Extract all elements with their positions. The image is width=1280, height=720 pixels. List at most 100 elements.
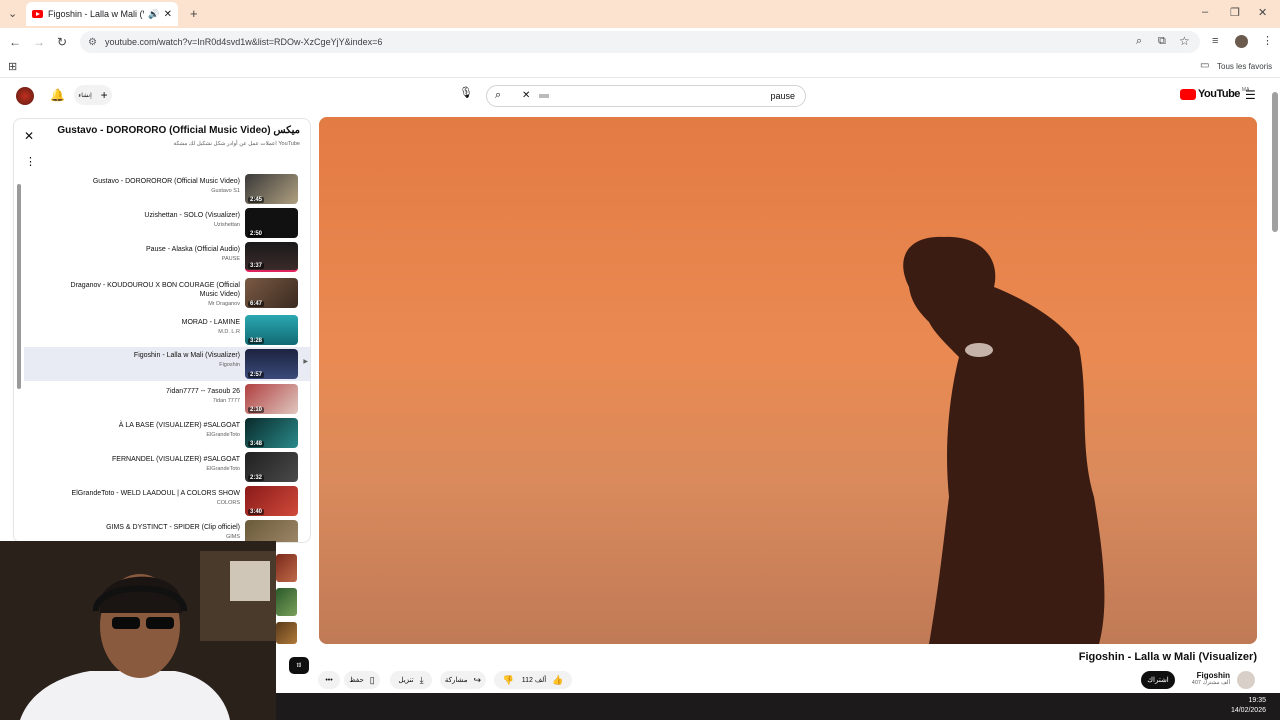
like-icon[interactable]: 👍 (552, 675, 563, 686)
voice-search-icon[interactable]: 🎙 (458, 86, 474, 104)
search-icon[interactable]: ⌕ (495, 89, 501, 102)
item-channel: M.D. L.R (218, 329, 240, 335)
save-label: حفظ (349, 677, 364, 684)
page-scrollbar[interactable] (1272, 92, 1278, 232)
speaker-icon[interactable]: 🔊 (148, 9, 159, 20)
keyboard-icon[interactable] (539, 94, 549, 98)
item-channel: ElGrandeToto (206, 466, 240, 472)
duration-badge: 3:28 (248, 338, 265, 344)
playlist-item-active[interactable]: 2:57 ▶ Figoshin - Lalla w Mali (Visualiz… (24, 347, 310, 381)
reload-icon[interactable]: ↻ (57, 35, 67, 49)
item-channel: Figoshin (219, 362, 240, 368)
dislike-icon[interactable]: 👎 (503, 675, 514, 686)
playlist-scrollbar[interactable] (17, 184, 21, 389)
share-button[interactable]: مشاركة ↪ (440, 671, 486, 689)
close-playlist-icon[interactable]: ✕ (24, 129, 34, 143)
create-button[interactable]: إنشاء + (74, 85, 112, 105)
playlist-panel: ✕ ⋮ Gustavo - DORORORO (Official Music V… (13, 118, 311, 543)
playlist-item[interactable]: 3:28 MORAD - LAMINE M.D. L.R (24, 314, 310, 348)
browser-tab[interactable]: Figoshin - Lalla w Mali (Visu 🔊 ✕ (26, 2, 178, 26)
playlist-item[interactable]: GIMS & DYSTINCT - SPIDER (Clip officiel)… (24, 519, 310, 542)
channel-avatar[interactable] (1237, 671, 1255, 689)
video-thumbnail (245, 520, 298, 542)
playlist-item[interactable]: 2:50 Uzishettan - SOLO (Visualizer) Uzis… (24, 207, 310, 241)
item-channel: Uzishettan (214, 222, 240, 228)
tab-close-icon[interactable]: ✕ (164, 9, 172, 20)
duration-badge: 3:48 (248, 441, 265, 447)
clock-date: 14/02/2026 (1230, 707, 1266, 714)
search-input[interactable]: pause (770, 91, 795, 101)
new-tab-icon[interactable]: + (190, 6, 198, 21)
search-box[interactable]: ⌕ ✕ pause (486, 85, 806, 107)
more-icon: ••• (325, 676, 333, 684)
playlist-item[interactable]: 3:37 Pause - Alaska (Official Audio) PAU… (24, 241, 310, 275)
bookmark-star-icon[interactable]: ☆ (1179, 34, 1190, 48)
youtube-play-logo-icon (1180, 88, 1196, 100)
item-title: Gustavo - DOROROROR (Official Music Vide… (92, 178, 240, 185)
playlist-more-icon[interactable]: ⋮ (25, 155, 36, 168)
playlist-item[interactable]: 2:10 7idan7777 -- 7asoub 26 7idan 7777 (24, 383, 310, 417)
playlist-item[interactable]: 2:45 Gustavo - DOROROROR (Official Music… (24, 173, 310, 207)
all-bookmarks-label[interactable]: Tous les favoris (1217, 62, 1272, 71)
item-title: ElGrandeToto - WELD LAADOUL | A COLORS S… (71, 490, 240, 497)
video-thumbnail: 2:32 (245, 452, 298, 482)
channel-info[interactable]: Figoshin 407 ألف مشترك (1180, 671, 1230, 686)
close-window-icon[interactable]: ✕ (1258, 6, 1267, 19)
playlist-item[interactable]: 3:48 À LA BASE (VISUALIZER) #SALGOAT ElG… (24, 417, 310, 451)
video-thumbnail: 2:57 (245, 349, 298, 379)
playlist-item[interactable]: 6:47 Draganov - KOUDOUROU X BON COURAGE … (24, 277, 310, 311)
forward-icon[interactable]: → (33, 35, 45, 49)
guide-menu-icon[interactable]: ☰ (1245, 88, 1256, 102)
more-actions-button[interactable]: ••• (318, 671, 340, 689)
os-taskbar: 19:35 14/02/2026 (276, 693, 1280, 720)
browser-menu-icon[interactable]: ⋮ (1262, 34, 1273, 47)
video-title: Figoshin - Lalla w Mali (Visualizer) (1078, 651, 1257, 663)
video-player[interactable] (319, 117, 1257, 644)
maximize-icon[interactable]: ❐ (1230, 6, 1240, 19)
subscribe-button[interactable]: اشتراك (1141, 671, 1175, 689)
plus-icon: + (100, 88, 108, 102)
item-title: À LA BASE (VISUALIZER) #SALGOAT (118, 422, 240, 429)
playlist-item[interactable]: 2:32 FERNANDEL (VISUALIZER) #SALGOAT ElG… (24, 451, 310, 485)
back-icon[interactable]: ← (9, 35, 21, 49)
download-button[interactable]: تنزيل ⤓ (390, 671, 432, 689)
browser-nav-bar: ← → ↻ ⚙ youtube.com/watch?v=InR0d4svd1w&… (0, 28, 1280, 56)
share-label: مشاركة (444, 677, 468, 684)
site-info-icon[interactable]: ⚙ (88, 37, 97, 48)
install-icon[interactable]: ⧉ (1158, 35, 1166, 48)
duration-badge: 2:45 (248, 197, 265, 203)
item-title: 7idan7777 -- 7asoub 26 (166, 388, 240, 395)
item-channel: PAUSE (221, 256, 240, 262)
system-clock[interactable]: 19:35 14/02/2026 (1231, 696, 1266, 716)
zoom-icon[interactable]: ⌕ (1136, 35, 1142, 48)
youtube-favicon-icon (32, 10, 43, 18)
like-dislike-group: 👎 112 ألف 👍 (494, 671, 572, 689)
video-thumbnail: 3:28 (245, 315, 298, 345)
tab-search-icon[interactable]: ⌄ (8, 7, 17, 20)
like-count[interactable]: 112 ألف (522, 676, 546, 684)
item-title: GIMS & DYSTINCT - SPIDER (Clip officiel) (106, 524, 240, 531)
notifications-bell-icon[interactable]: 🔔 (50, 88, 65, 102)
chip-button[interactable]: ttl (289, 657, 309, 674)
media-control-icon[interactable]: ≡ (1212, 35, 1218, 47)
video-thumbnail[interactable] (276, 622, 297, 644)
url-text: youtube.com/watch?v=InR0d4svd1w&list=RDO… (104, 37, 383, 47)
profile-avatar[interactable] (1235, 35, 1248, 48)
item-channel: 7idan 7777 (212, 398, 240, 404)
clock-time: 19:35 (1248, 697, 1266, 704)
video-thumbnail[interactable] (276, 588, 297, 616)
duration-badge: 2:10 (248, 407, 265, 413)
channel-name[interactable]: Figoshin (1180, 671, 1230, 680)
item-title: Draganov - KOUDOUROU X BON COURAGE (Offi… (70, 282, 240, 298)
minimize-icon[interactable]: – (1202, 6, 1208, 18)
save-button[interactable]: حفظ ▯ (344, 671, 380, 689)
apps-grid-icon[interactable]: ⊞ (8, 60, 17, 73)
video-thumbnail[interactable] (276, 554, 297, 582)
address-bar[interactable]: ⚙ youtube.com/watch?v=InR0d4svd1w&list=R… (80, 31, 1200, 53)
tab-title: Figoshin - Lalla w Mali (Visu (48, 9, 144, 19)
clear-search-icon[interactable]: ✕ (522, 90, 530, 101)
playlist-item[interactable]: 3:40 ElGrandeToto - WELD LAADOUL | A COL… (24, 485, 310, 519)
save-bookmark-icon: ▯ (369, 674, 375, 685)
account-avatar[interactable] (16, 87, 34, 105)
youtube-logo[interactable]: YouTube MA (1180, 87, 1249, 100)
